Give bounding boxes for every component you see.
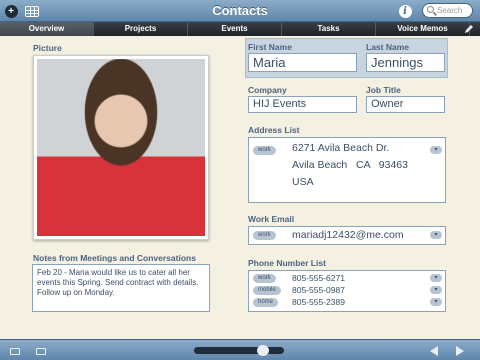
search-icon bbox=[427, 6, 434, 13]
record-slider[interactable] bbox=[194, 345, 284, 356]
info-icon: i bbox=[398, 4, 412, 18]
tab-tasks[interactable]: Tasks bbox=[282, 22, 376, 36]
search-input[interactable]: Search bbox=[422, 3, 473, 18]
phone-expand-pill[interactable]: ▾ bbox=[430, 286, 442, 294]
address-line-1: 6271 Avila Beach Dr. bbox=[292, 142, 390, 154]
list-view-icon[interactable] bbox=[36, 348, 46, 355]
phone-type-tag[interactable]: mobile bbox=[253, 286, 281, 295]
address-line-3: USA bbox=[292, 176, 314, 188]
phone-number[interactable]: 805-555-0987 bbox=[292, 285, 345, 295]
company-label: Company bbox=[248, 85, 287, 95]
tab-voice-memos[interactable]: Voice Memos bbox=[376, 22, 470, 36]
job-title-label: Job Title bbox=[366, 85, 401, 95]
work-email-label: Work Email bbox=[248, 214, 295, 224]
phone-list-label: Phone Number List bbox=[248, 258, 326, 268]
notes-field[interactable]: Feb 20 - Maria would like us to cater al… bbox=[32, 264, 210, 312]
tab-bar: Overview Projects Events Tasks Voice Mem… bbox=[0, 22, 480, 36]
address-type-tag[interactable]: work bbox=[253, 146, 276, 155]
last-name-label: Last Name bbox=[366, 42, 409, 52]
bottom-toolbar bbox=[0, 339, 480, 360]
phone-type-tag[interactable]: home bbox=[253, 298, 279, 307]
picture-label: Picture bbox=[33, 43, 62, 53]
email-type-tag[interactable]: work bbox=[253, 231, 276, 240]
info-button[interactable]: i bbox=[397, 3, 413, 19]
previous-arrow-icon[interactable] bbox=[430, 346, 438, 356]
search-placeholder: Search bbox=[437, 6, 463, 15]
company-field[interactable]: HIJ Events bbox=[248, 96, 357, 113]
address-list-label: Address List bbox=[248, 125, 300, 135]
email-expand-pill[interactable]: ▾ bbox=[430, 231, 442, 239]
phone-number[interactable]: 805-555-6271 bbox=[292, 273, 345, 283]
next-arrow-icon[interactable] bbox=[456, 346, 464, 356]
address-expand-pill[interactable]: ▾ bbox=[430, 146, 442, 154]
phone-expand-pill[interactable]: ▾ bbox=[430, 274, 442, 282]
first-name-field[interactable]: Maria bbox=[248, 53, 357, 72]
contact-photo bbox=[37, 59, 205, 236]
tab-events[interactable]: Events bbox=[188, 22, 282, 36]
card-view-icon[interactable] bbox=[10, 348, 20, 355]
pencil-icon[interactable] bbox=[464, 24, 474, 34]
job-title-field[interactable]: Owner bbox=[366, 96, 445, 113]
tab-projects[interactable]: Projects bbox=[94, 22, 188, 36]
first-name-label: First Name bbox=[248, 42, 292, 52]
phone-number[interactable]: 805-555-2389 bbox=[292, 297, 345, 307]
address-line-2: Avila Beach CA 93463 bbox=[292, 159, 408, 171]
notes-label: Notes from Meetings and Conversations bbox=[33, 253, 196, 263]
contact-photo-frame[interactable] bbox=[33, 55, 209, 240]
tab-overview[interactable]: Overview bbox=[0, 22, 94, 36]
slider-thumb[interactable] bbox=[257, 345, 269, 356]
title-bar: + Contacts i Search bbox=[0, 0, 480, 22]
phone-expand-pill[interactable]: ▾ bbox=[430, 298, 442, 306]
phone-type-tag[interactable]: work bbox=[253, 274, 276, 283]
last-name-field[interactable]: Jennings bbox=[366, 53, 445, 72]
email-value[interactable]: mariadj12432@me.com bbox=[292, 229, 404, 241]
